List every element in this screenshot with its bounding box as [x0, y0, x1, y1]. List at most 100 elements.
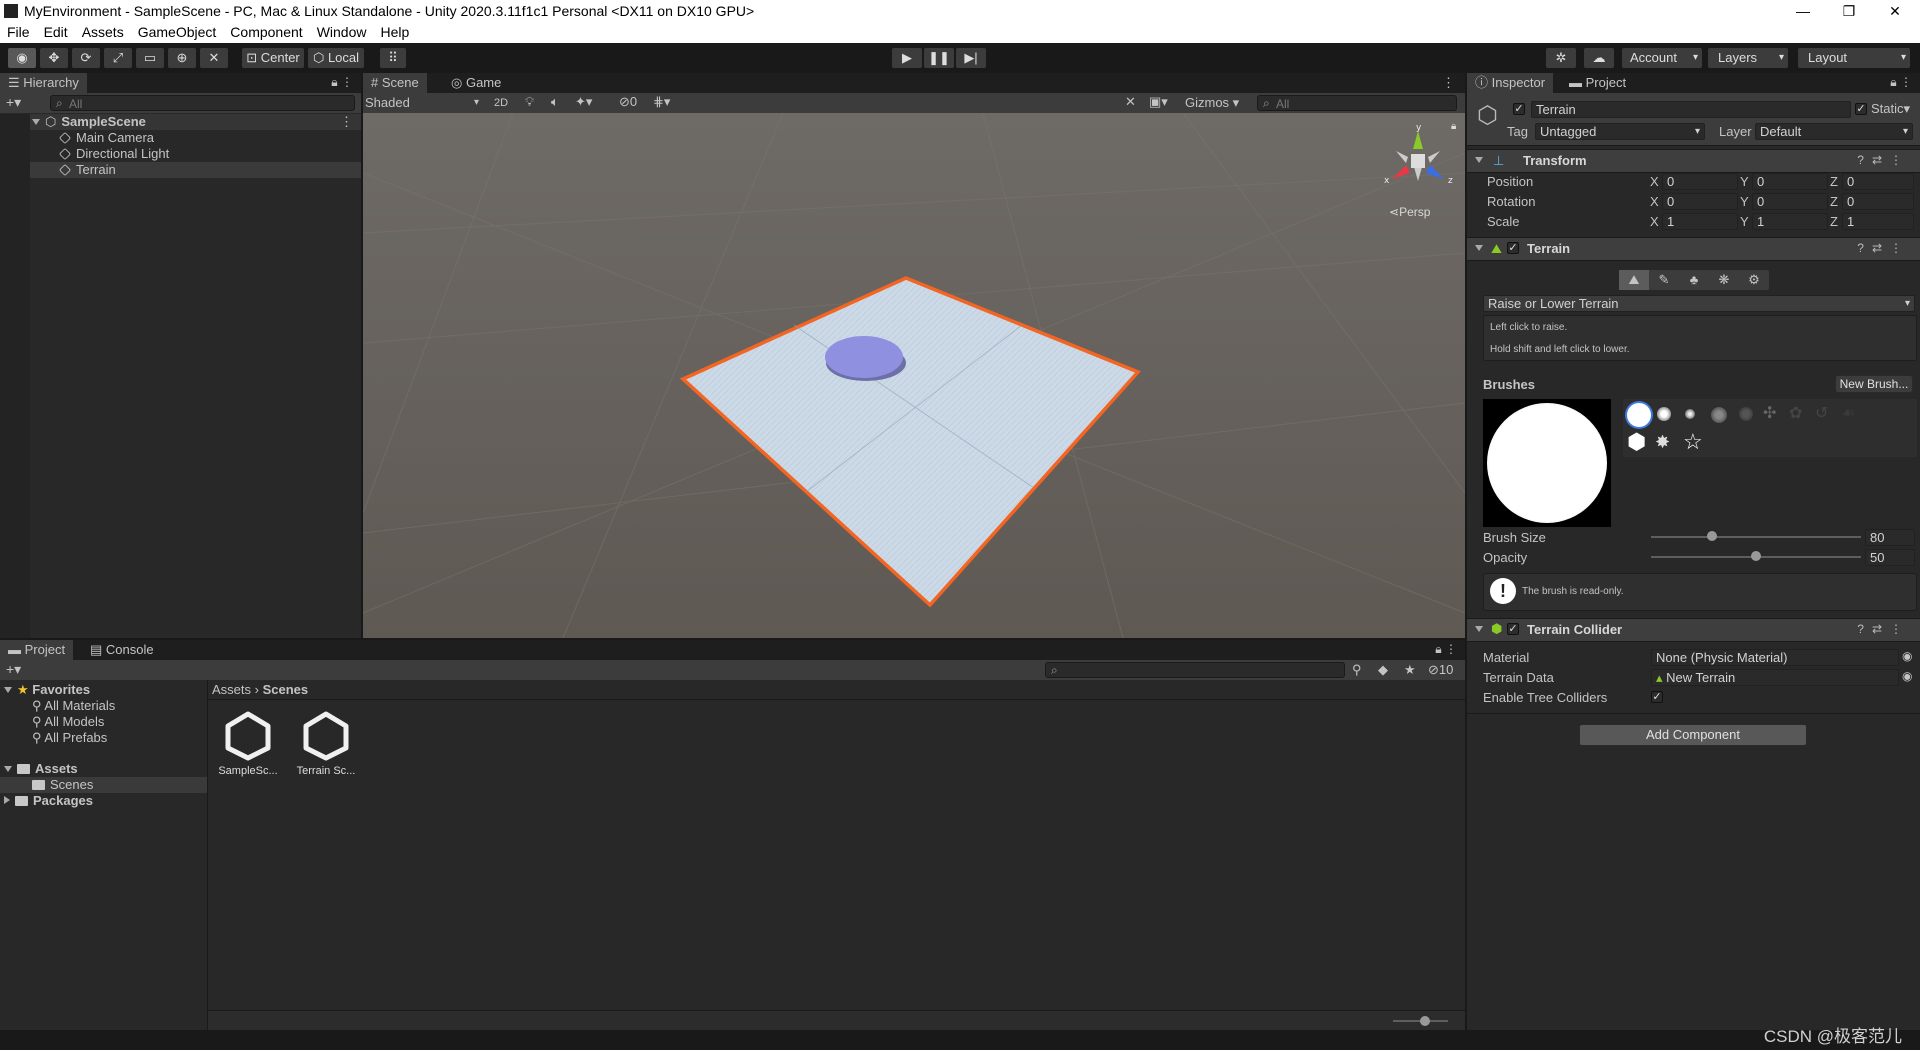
scene-viewport[interactable]: y x z 🔒︎ ⋖Persp [363, 113, 1465, 638]
favorite-all-prefabs[interactable]: ⚲ All Prefabs [0, 730, 207, 746]
scale-x-field[interactable]: 1 [1662, 213, 1738, 230]
terrain-settings-icon[interactable]: ⚙ [1739, 270, 1769, 290]
terrain-data-field[interactable]: ▴ New Terrain [1651, 669, 1899, 686]
account-dropdown[interactable]: Account [1622, 48, 1702, 68]
object-picker-icon[interactable]: ◉ [1902, 669, 1912, 683]
expand-arrow-icon[interactable] [32, 119, 40, 125]
hierarchy-item-main-camera[interactable]: Main Camera [0, 130, 361, 146]
brush-size-slider-knob[interactable] [1706, 531, 1717, 541]
opacity-slider-knob[interactable] [1751, 551, 1761, 561]
layer-dropdown[interactable]: Default [1755, 123, 1913, 140]
tab-project-secondary[interactable]: ▬ Project [1561, 73, 1634, 93]
audio-toggle-icon[interactable]: 🔈︎ [551, 94, 559, 110]
object-name-field[interactable]: Terrain [1531, 101, 1851, 118]
layers-dropdown[interactable]: Layers [1708, 48, 1788, 68]
grid-snap-icon[interactable]: ⠿ [380, 48, 406, 68]
transform-tool-icon[interactable]: ⊕ [168, 48, 196, 68]
brush-size-field[interactable]: 80 [1865, 529, 1915, 546]
project-lock-icon[interactable]: 🔒︎ ⋮ [1435, 642, 1457, 657]
tab-hierarchy[interactable]: ☰ Hierarchy [0, 73, 87, 93]
gizmos-dropdown[interactable]: Gizmos ▾ [1181, 94, 1247, 112]
maximize-button[interactable]: ❐ [1826, 0, 1872, 22]
hidden-packages-toggle[interactable]: ⊘10 [1428, 662, 1453, 678]
rect-tool-icon[interactable]: ▭ [136, 48, 164, 68]
favorite-star-icon[interactable]: ★ [1404, 662, 1416, 678]
gizmo-lock-icon[interactable]: 🔒︎ [1451, 121, 1456, 132]
menu-assets[interactable]: Assets [75, 22, 131, 42]
collapse-arrow-icon[interactable] [1475, 245, 1483, 251]
rotation-z-field[interactable]: 0 [1842, 193, 1914, 210]
scale-z-field[interactable]: 1 [1842, 213, 1914, 230]
details-tool-icon[interactable]: ❋ [1709, 270, 1739, 290]
brush-cloud[interactable] [1711, 407, 1727, 423]
collab-icon[interactable]: ✲ [1546, 48, 1576, 68]
custom-tool-icon[interactable]: ✕ [200, 48, 228, 68]
terrain-component-header[interactable]: ⛰︎ ✓ Terrain ?⇄⋮ [1467, 237, 1920, 261]
menu-window[interactable]: Window [310, 22, 374, 42]
paint-tool-icon[interactable]: ✎ [1649, 270, 1679, 290]
add-component-button[interactable]: Add Component [1579, 724, 1807, 746]
effects-toggle-icon[interactable]: ✦▾ [575, 94, 592, 110]
brush-hexagon[interactable]: ⬢ [1627, 431, 1646, 453]
menu-help[interactable]: Help [373, 22, 416, 42]
object-active-checkbox[interactable]: ✓ [1513, 103, 1525, 115]
mode-2d-toggle[interactable]: 2D [489, 94, 513, 112]
rotate-tool-icon[interactable]: ⟳ [72, 48, 100, 68]
terrain-enabled-checkbox[interactable]: ✓ [1507, 242, 1519, 254]
close-button[interactable]: ✕ [1872, 0, 1918, 22]
collapse-arrow-icon[interactable] [1475, 157, 1483, 163]
tag-dropdown[interactable]: Untagged [1535, 123, 1705, 140]
scene-menu-icon[interactable]: ⋮ [340, 114, 353, 130]
component-header-icons[interactable]: ?⇄⋮ [1857, 622, 1910, 636]
breadcrumb-scenes[interactable]: Scenes [263, 682, 309, 697]
create-plus-button[interactable]: +▾ [6, 94, 21, 111]
space-local-button[interactable]: ⬡ Local [308, 48, 364, 68]
terrain-tool-dropdown[interactable]: Raise or Lower Terrain [1483, 295, 1915, 312]
hierarchy-item-terrain[interactable]: Terrain [0, 162, 361, 178]
menu-file[interactable]: File [0, 22, 37, 42]
asset-file-terrainscene[interactable]: Terrain Sc... [294, 710, 358, 790]
brush-flower[interactable]: ✿ [1789, 403, 1802, 423]
brush-burst[interactable]: ✸ [1655, 433, 1670, 451]
brush-size-slider-track[interactable] [1651, 536, 1861, 538]
menu-component[interactable]: Component [223, 22, 309, 42]
expand-arrow-icon[interactable] [4, 687, 12, 693]
scenes-folder-row[interactable]: Scenes [0, 777, 207, 793]
hidden-objects-toggle[interactable]: ⊘0 [619, 94, 637, 110]
shading-mode-dropdown[interactable]: Shaded [365, 94, 483, 112]
brush-hard-circle[interactable] [1627, 403, 1651, 427]
tab-console[interactable]: ▤ Console [82, 640, 162, 660]
hierarchy-item-directional-light[interactable]: Directional Light [0, 146, 361, 162]
inspector-lock-icon[interactable]: 🔒︎ ⋮ [1890, 75, 1912, 90]
pivot-center-button[interactable]: ⊡ Center [242, 48, 304, 68]
rotation-y-field[interactable]: 0 [1752, 193, 1828, 210]
scale-y-field[interactable]: 1 [1752, 213, 1828, 230]
rotation-x-field[interactable]: 0 [1662, 193, 1738, 210]
new-brush-button[interactable]: New Brush... [1835, 375, 1913, 393]
scene-row[interactable]: ⬡ SampleScene ⋮ [0, 114, 361, 130]
component-header-icons[interactable]: ?⇄⋮ [1857, 153, 1910, 167]
tools-icon[interactable]: ✕ [1125, 94, 1136, 110]
hierarchy-search-input[interactable]: All [50, 95, 355, 111]
tab-project[interactable]: ▬ Project [0, 640, 74, 660]
move-tool-icon[interactable]: ✥ [40, 48, 68, 68]
brush-soft-circle[interactable] [1657, 407, 1671, 421]
scene-orientation-gizmo[interactable]: y x z [1378, 121, 1458, 201]
position-y-field[interactable]: 0 [1752, 173, 1828, 190]
icon-size-slider-knob[interactable] [1420, 1016, 1430, 1026]
favorites-row[interactable]: ★ Favorites [0, 682, 207, 698]
brush-leaf[interactable]: ☙ [1841, 403, 1855, 423]
filter-by-type-icon[interactable]: ⚲ [1352, 662, 1362, 678]
cloud-icon[interactable]: ☁ [1584, 48, 1614, 68]
menu-gameobject[interactable]: GameObject [131, 22, 224, 42]
projection-label[interactable]: ⋖Persp [1389, 205, 1430, 219]
brush-noise[interactable] [1739, 407, 1753, 421]
transform-header[interactable]: ⊥ Transform ?⇄⋮ [1467, 149, 1920, 173]
minimize-button[interactable]: — [1780, 0, 1826, 22]
brush-small-soft[interactable] [1685, 409, 1695, 419]
project-search-input[interactable] [1045, 662, 1345, 678]
collider-enabled-checkbox[interactable]: ✓ [1507, 623, 1519, 635]
static-dropdown[interactable]: Static▾ [1871, 101, 1910, 117]
static-checkbox[interactable]: ✓ [1855, 103, 1867, 115]
lighting-toggle-icon[interactable]: 💡︎ [525, 94, 534, 110]
